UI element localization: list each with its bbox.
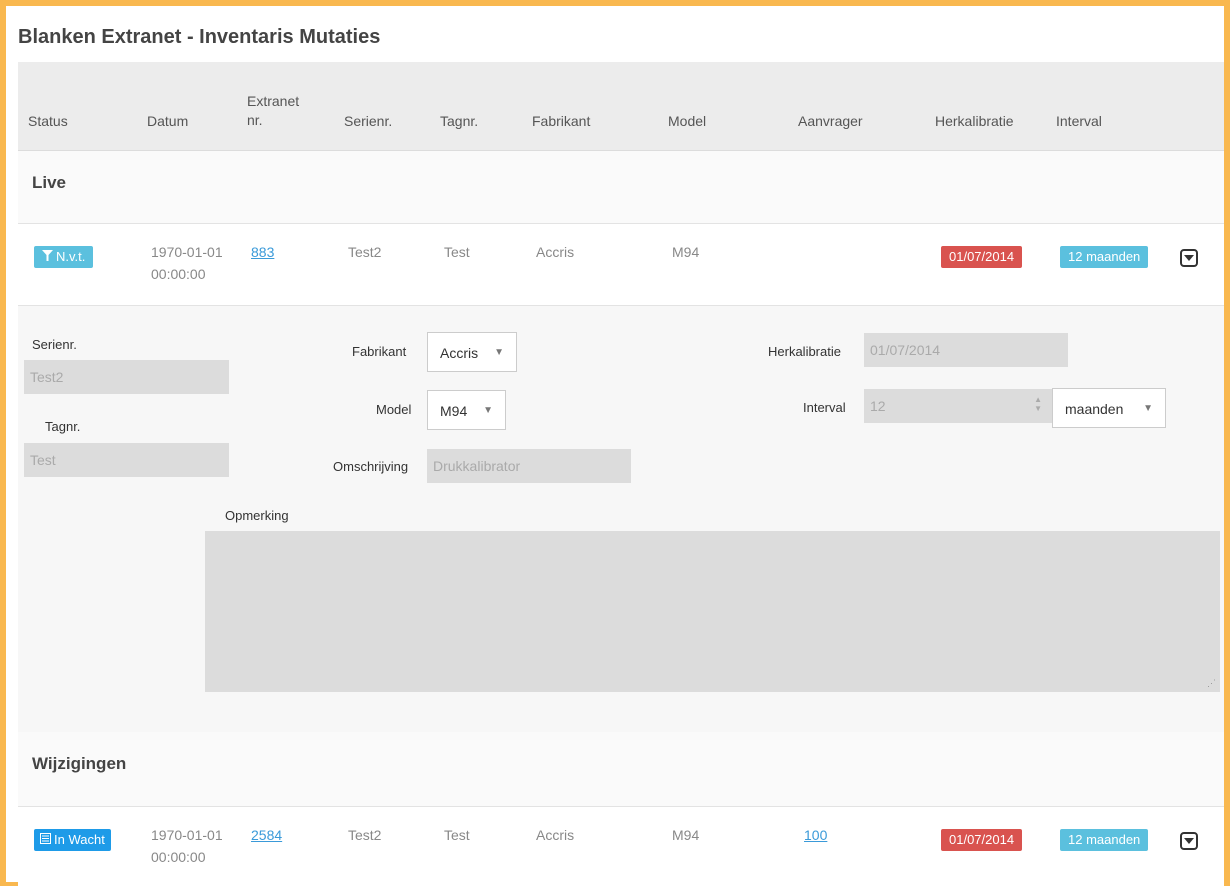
chevron-down-icon: ▼ [494, 347, 504, 358]
col-status: Status [28, 113, 68, 129]
section-wijzigingen-title: Wijzigingen [32, 754, 127, 773]
section-live: Live [18, 151, 1224, 224]
fabrikant-cell: Accris [536, 827, 575, 843]
chevron-down-icon: ▼ [483, 405, 493, 416]
date-cell: 1970-01-01 00:00:00 [151, 824, 223, 868]
page-title: Blanken Extranet - Inventaris Mutaties [18, 26, 381, 48]
opmerking-textarea[interactable]: ⋰ [205, 531, 1220, 692]
interval-unit-select[interactable]: maanden ▼ [1052, 388, 1166, 428]
chevron-down-icon: ▼ [1143, 403, 1153, 414]
status-text: N.v.t. [56, 249, 86, 264]
fabrikant-label: Fabrikant [352, 344, 407, 359]
col-datum: Datum [147, 113, 189, 129]
herkalibratie-field[interactable]: 01/07/2014 [864, 333, 1068, 367]
col-tagnr: Tagnr. [440, 113, 479, 129]
date-line: 1970-01-01 [151, 244, 223, 260]
herkalibratie-badge: 01/07/2014 [941, 829, 1023, 851]
col-fabrikant: Fabrikant [532, 113, 591, 129]
table-row: N.v.t. 1970-01-01 00:00:00 883 Test2 Tes… [18, 224, 1224, 304]
status-badge[interactable]: In Wacht [34, 829, 111, 851]
interval-label: Interval [803, 400, 846, 415]
date-line: 1970-01-01 [151, 827, 223, 843]
col-aanvrager: Aanvrager [798, 113, 863, 129]
serienr-label: Serienr. [32, 337, 77, 352]
serienr-field[interactable]: Test2 [24, 360, 229, 394]
table-row: In Wacht 1970-01-01 00:00:00 2584 Test2 … [18, 807, 1224, 886]
opmerking-label: Opmerking [225, 508, 289, 523]
resize-handle-icon[interactable]: ⋰ [1207, 678, 1216, 689]
section-wijzigingen: Wijzigingen [18, 732, 1224, 807]
extranet-nr-link[interactable]: 2584 [251, 824, 282, 846]
omschrijving-label: Omschrijving [333, 459, 409, 474]
col-herkalibratie: Herkalibratie [935, 113, 1014, 129]
col-serienr: Serienr. [344, 113, 393, 129]
tagnr-cell: Test [444, 827, 470, 843]
serienr-cell: Test2 [348, 244, 382, 260]
fabrikant-cell: Accris [536, 244, 575, 260]
filter-icon [42, 246, 53, 268]
inventory-table: Status Datum Extranet nr. Serienr. Tagnr… [18, 62, 1224, 886]
model-selected: M94 [440, 403, 468, 419]
herkalibratie-label: Herkalibratie [768, 344, 841, 359]
model-label: Model [376, 402, 412, 417]
col-interval: Interval [1056, 113, 1102, 129]
table-header: Status Datum Extranet nr. Serienr. Tagnr… [18, 62, 1224, 151]
fabrikant-selected: Accris [440, 345, 479, 361]
omschrijving-field[interactable]: Drukkalibrator [427, 449, 631, 483]
aanvrager-link[interactable]: 100 [804, 824, 827, 846]
date-cell: 1970-01-01 00:00:00 [151, 241, 223, 285]
extranet-nr-link[interactable]: 883 [251, 241, 274, 263]
interval-number-field[interactable]: 12 ▲ ▼ [864, 389, 1052, 423]
col-extranet: Extranet nr. [247, 92, 299, 130]
tagnr-cell: Test [444, 244, 470, 260]
model-cell: M94 [672, 244, 700, 260]
fabrikant-select[interactable]: Accris ▼ [427, 332, 517, 372]
col-model: Model [668, 113, 707, 129]
section-live-title: Live [32, 173, 67, 192]
window-frame: Blanken Extranet - Inventaris Mutaties S… [0, 0, 1230, 886]
expand-toggle-icon[interactable] [1180, 832, 1198, 850]
tagnr-field[interactable]: Test [24, 443, 229, 477]
model-select[interactable]: M94 ▼ [427, 390, 506, 430]
col-extranet-line1: Extranet [247, 93, 300, 109]
list-icon [40, 829, 51, 851]
interval-unit-selected: maanden [1065, 401, 1124, 417]
expand-toggle-icon[interactable] [1180, 249, 1198, 267]
interval-badge: 12 maanden [1060, 829, 1149, 851]
herkalibratie-badge: 01/07/2014 [941, 246, 1023, 268]
status-text: In Wacht [54, 832, 105, 847]
spinner-icon[interactable]: ▲ ▼ [1034, 395, 1042, 413]
col-extranet-line2: nr. [247, 112, 263, 128]
time-line: 00:00:00 [151, 849, 206, 865]
tagnr-label: Tagnr. [45, 419, 81, 434]
serienr-cell: Test2 [348, 827, 382, 843]
detail-panel: Serienr. Test2 Tagnr. Test Fabrikant Acc… [18, 305, 1224, 733]
interval-badge: 12 maanden [1060, 246, 1149, 268]
time-line: 00:00:00 [151, 266, 206, 282]
status-badge[interactable]: N.v.t. [34, 246, 94, 268]
model-cell: M94 [672, 827, 700, 843]
interval-number-value: 12 [870, 398, 886, 414]
